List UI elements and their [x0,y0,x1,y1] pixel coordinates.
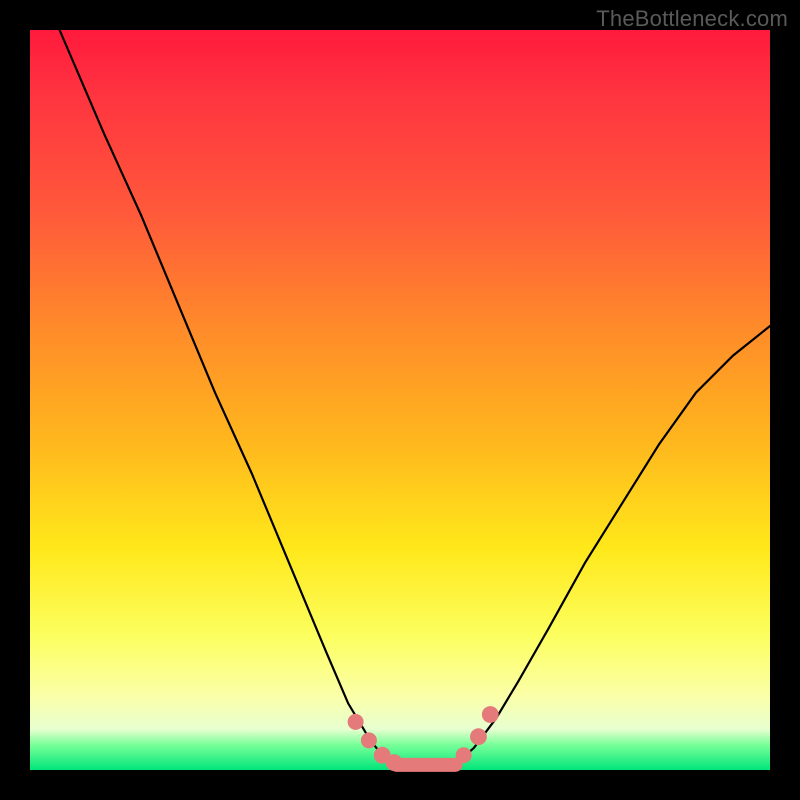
trough-marker [386,754,403,771]
trough-marker [348,714,364,730]
trough-markers [348,706,499,771]
trough-marker [361,732,377,748]
trough-marker [470,728,487,745]
trough-marker [456,747,472,763]
bottleneck-curve [60,30,770,766]
trough-marker [482,706,499,723]
chart-overlay [30,30,770,770]
watermark-text: TheBottleneck.com [596,6,788,32]
chart-stage: TheBottleneck.com [0,0,800,800]
